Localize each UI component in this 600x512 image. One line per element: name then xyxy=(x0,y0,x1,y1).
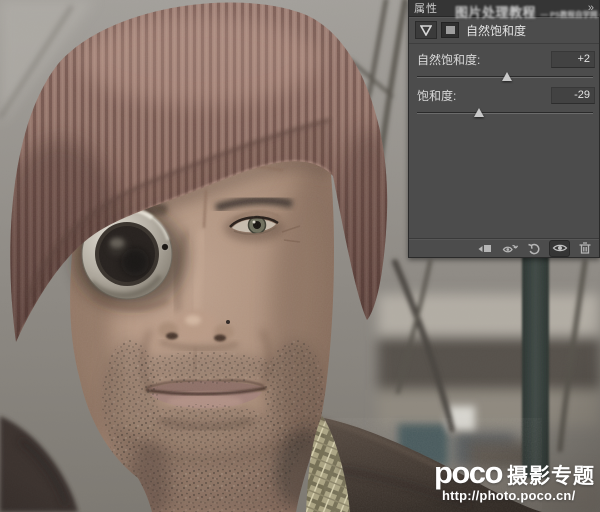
collapse-panel-icon[interactable]: » xyxy=(588,3,594,14)
poco-suffix-text: 摄影专题 xyxy=(507,466,595,487)
vibrance-slider[interactable] xyxy=(417,70,593,84)
clip-to-layer-icon[interactable] xyxy=(475,241,494,256)
poco-url-text: http://photo.poco.cn/ xyxy=(442,489,595,502)
visibility-icon[interactable] xyxy=(550,241,569,256)
adjustment-controls: 自然饱和度: +2 饱和度: -29 xyxy=(409,44,599,120)
reset-icon[interactable] xyxy=(525,241,544,256)
vibrance-value-field[interactable]: +2 xyxy=(551,51,595,68)
panel-tab-bar: 属性 » xyxy=(409,0,599,17)
properties-panel: 属性 » 图片处理教程 — PS教程自学网 — 自然饱和度 自然饱和度: +2 xyxy=(408,0,600,258)
photoshop-document-view: 属性 » 图片处理教程 — PS教程自学网 — 自然饱和度 自然饱和度: +2 xyxy=(0,0,600,512)
delete-icon[interactable] xyxy=(575,241,594,256)
vibrance-triangle-icon xyxy=(415,21,437,39)
view-previous-state-icon[interactable] xyxy=(500,241,519,256)
saturation-value-field[interactable]: -29 xyxy=(551,87,595,104)
adjustment-header: 自然饱和度 xyxy=(409,17,599,44)
layer-mask-thumbnail[interactable] xyxy=(441,22,459,38)
vibrance-slider-thumb[interactable] xyxy=(502,72,512,81)
saturation-slider-track[interactable] xyxy=(417,112,593,114)
poco-brand-text: poco xyxy=(434,457,502,488)
poco-watermark: poco 摄影专题 http://photo.poco.cn/ xyxy=(434,457,595,502)
adjustment-title: 自然饱和度 xyxy=(466,22,526,39)
panel-footer xyxy=(409,238,599,257)
saturation-slider[interactable] xyxy=(417,106,593,120)
saturation-slider-thumb[interactable] xyxy=(474,108,484,117)
vibrance-label: 自然饱和度: xyxy=(417,51,480,68)
saturation-row: 饱和度: -29 xyxy=(417,86,595,104)
saturation-label: 饱和度: xyxy=(417,87,456,104)
vibrance-row: 自然饱和度: +2 xyxy=(417,50,595,68)
tab-properties[interactable]: 属性 xyxy=(414,0,438,16)
